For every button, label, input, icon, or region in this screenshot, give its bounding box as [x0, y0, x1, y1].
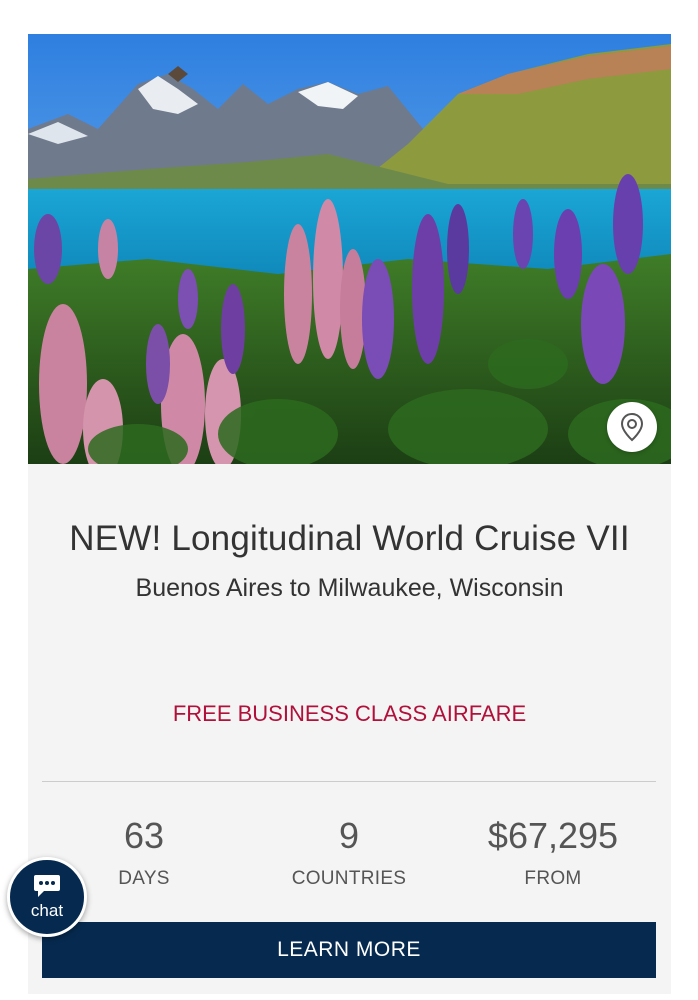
cruise-card: NEW! Longitudinal World Cruise VII Bueno…	[28, 34, 671, 994]
chat-button[interactable]: chat	[7, 857, 87, 937]
stat-value: 9	[338, 815, 360, 856]
stat-label: FROM	[524, 868, 582, 889]
stat-value: 63	[123, 815, 165, 856]
location-pin-button[interactable]	[607, 402, 657, 452]
chat-label: chat	[30, 901, 64, 920]
hero-image[interactable]	[28, 34, 671, 464]
learn-more-button[interactable]: LEARN MORE	[42, 922, 656, 978]
landscape-photo	[28, 34, 671, 464]
stat-countries: 9 COUNTRIES	[249, 814, 449, 890]
cruise-route: Buenos Aires to Milwaukee, Wisconsin	[135, 574, 564, 602]
cruise-title: NEW! Longitudinal World Cruise VII	[69, 519, 630, 558]
stat-label: COUNTRIES	[291, 868, 407, 889]
stat-price: $67,295 FROM	[453, 814, 653, 890]
chat-bubble-icon	[34, 875, 60, 897]
map-pin-icon	[620, 412, 644, 442]
stat-value: $67,295	[487, 815, 619, 856]
divider	[42, 781, 656, 782]
promo-text: FREE BUSINESS CLASS AIRFARE	[172, 701, 527, 726]
